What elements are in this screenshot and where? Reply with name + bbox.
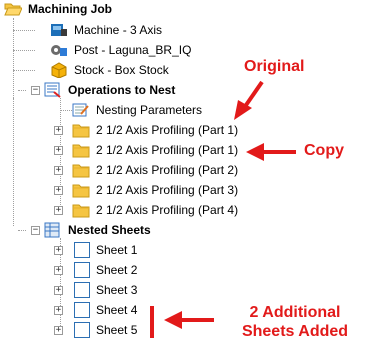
tree-item-profiling[interactable]: 2 1/2 Axis Profiling (Part 1): [72, 141, 238, 159]
annotation-sheets-added-line1: 2 Additional: [249, 304, 341, 321]
stock-box-icon: [50, 62, 68, 79]
profiling-label: 2 1/2 Axis Profiling (Part 4): [96, 203, 239, 217]
tree-item-machine[interactable]: Machine - 3 Axis: [50, 21, 162, 39]
tree-item-post[interactable]: Post - Laguna_BR_IQ: [50, 41, 191, 59]
tree-item-sheet[interactable]: Sheet 3: [74, 281, 137, 299]
tree-item-profiling[interactable]: 2 1/2 Axis Profiling (Part 3): [72, 181, 238, 199]
expand-toggle[interactable]: +: [54, 326, 63, 335]
profiling-label: 2 1/2 Axis Profiling (Part 1): [96, 143, 239, 157]
nested-sheets-collapse-toggle[interactable]: −: [31, 226, 40, 235]
tree-item-machine-label: Machine - 3 Axis: [74, 23, 163, 37]
tree-item-operations-label: Operations to Nest: [68, 83, 176, 97]
tree-item-sheet[interactable]: Sheet 2: [74, 261, 137, 279]
sheet-label: Sheet 5: [96, 323, 138, 337]
folder-icon: [72, 182, 90, 198]
operations-collapse-toggle[interactable]: −: [31, 86, 40, 95]
folder-icon: [72, 142, 90, 158]
expand-toggle[interactable]: +: [54, 206, 63, 215]
tree-item-post-label: Post - Laguna_BR_IQ: [74, 43, 192, 57]
profiling-label: 2 1/2 Axis Profiling (Part 2): [96, 163, 239, 177]
sheet-icon: [74, 262, 90, 278]
annotation-copy: Copy: [304, 142, 344, 159]
annotation-bracket: [150, 306, 154, 338]
expand-toggle[interactable]: +: [54, 186, 63, 195]
folder-open-icon: [4, 1, 23, 17]
expand-toggle[interactable]: +: [54, 126, 63, 135]
tree-item-profiling[interactable]: 2 1/2 Axis Profiling (Part 1): [72, 121, 238, 139]
folder-icon: [72, 122, 90, 138]
annotation-original-arrow: [234, 80, 264, 120]
annotation-copy-arrow: [246, 143, 296, 161]
tree-item-nested-sheets[interactable]: Nested Sheets: [44, 221, 151, 239]
expand-toggle[interactable]: +: [54, 166, 63, 175]
nesting-parameters-label: Nesting Parameters: [96, 103, 203, 117]
expand-toggle[interactable]: +: [54, 246, 63, 255]
profiling-label: 2 1/2 Axis Profiling (Part 1): [96, 123, 239, 137]
sheet-label: Sheet 1: [96, 243, 138, 257]
tree-root[interactable]: Machining Job: [4, 0, 112, 18]
profiling-label: 2 1/2 Axis Profiling (Part 3): [96, 183, 239, 197]
machine-icon: [50, 22, 68, 38]
annotation-original: Original: [244, 58, 305, 75]
tree-root-label: Machining Job: [28, 2, 112, 16]
sheet-icon: [74, 322, 90, 338]
tree-item-stock[interactable]: Stock - Box Stock: [50, 61, 169, 79]
annotation-sheets-added-line2: Sheets Added: [241, 323, 349, 340]
nested-sheets-icon: [44, 222, 62, 238]
expand-toggle[interactable]: +: [54, 146, 63, 155]
post-icon: [50, 42, 68, 58]
sheet-label: Sheet 3: [96, 283, 138, 297]
folder-icon: [72, 162, 90, 178]
sheet-label: Sheet 2: [96, 263, 138, 277]
nesting-parameters-icon: [72, 102, 90, 118]
tree-item-nesting-parameters[interactable]: Nesting Parameters: [72, 101, 202, 119]
folder-icon: [72, 202, 90, 218]
expand-toggle[interactable]: +: [54, 306, 63, 315]
tree-item-profiling[interactable]: 2 1/2 Axis Profiling (Part 2): [72, 161, 238, 179]
expand-toggle[interactable]: +: [54, 286, 63, 295]
sheet-icon: [74, 302, 90, 318]
tree-item-nested-sheets-label: Nested Sheets: [68, 223, 151, 237]
tree-item-profiling[interactable]: 2 1/2 Axis Profiling (Part 4): [72, 201, 238, 219]
annotation-sheets-added: 2 Additional Sheets Added: [240, 303, 350, 341]
tree-item-sheet[interactable]: Sheet 1: [74, 241, 137, 259]
tree-item-sheet[interactable]: Sheet 4: [74, 301, 137, 319]
tree-item-operations[interactable]: Operations to Nest: [44, 81, 175, 99]
operations-icon: [44, 82, 62, 98]
tree-item-sheet[interactable]: Sheet 5: [74, 321, 137, 339]
expand-toggle[interactable]: +: [54, 266, 63, 275]
tree-item-stock-label: Stock - Box Stock: [74, 63, 169, 77]
annotation-sheets-arrow: [164, 311, 214, 329]
sheet-label: Sheet 4: [96, 303, 138, 317]
sheet-icon: [74, 282, 90, 298]
sheet-icon: [74, 242, 90, 258]
